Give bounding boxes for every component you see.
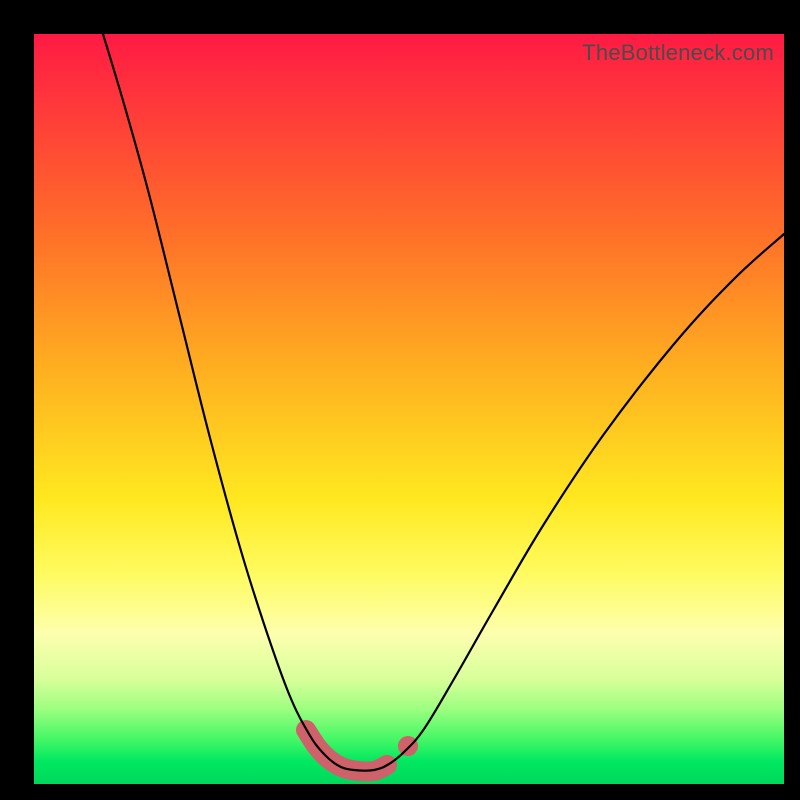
bottleneck-curve-line [103,34,784,771]
chart-frame: TheBottleneck.com [0,0,800,800]
optimal-segment-line [306,730,387,772]
chart-plot-area: TheBottleneck.com [34,34,784,784]
chart-svg [34,34,784,784]
